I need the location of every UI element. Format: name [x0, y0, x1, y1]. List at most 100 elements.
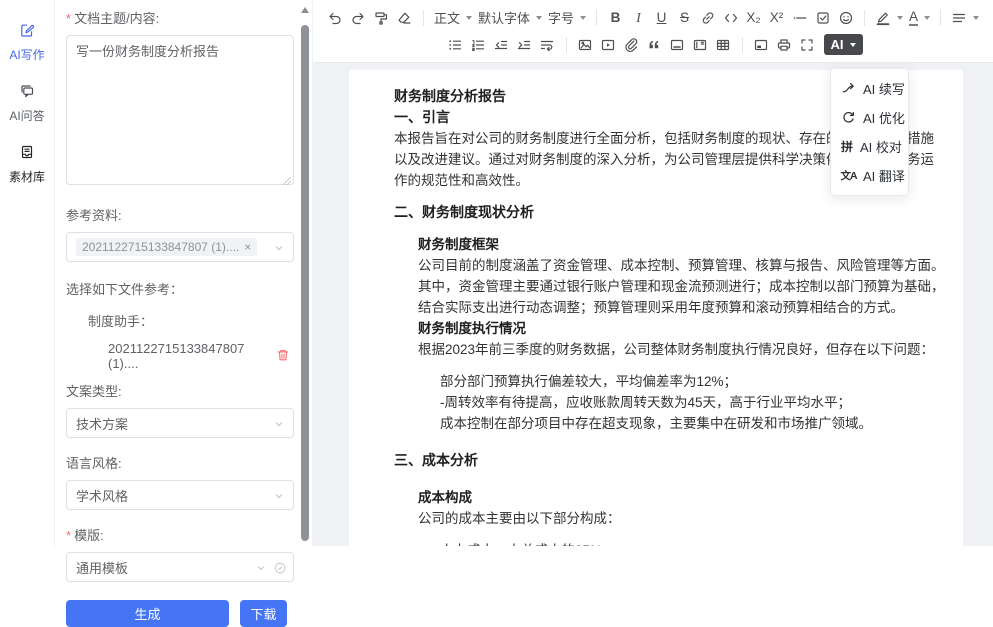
paragraph: -周转效率有待提高，应收账款周转天数为45天，高于行业平均水平；: [440, 392, 945, 413]
menu-item-ai-continue-writing[interactable]: AI 续写: [831, 74, 908, 103]
superscript-button[interactable]: X²: [765, 6, 788, 30]
emoji-icon: [838, 10, 854, 26]
align-icon: [951, 10, 967, 26]
undo-button[interactable]: [324, 6, 347, 30]
inline-code-button[interactable]: [719, 6, 742, 30]
todo-list-button[interactable]: [811, 6, 834, 30]
ordered-list-icon: [470, 37, 486, 53]
font-size-dropdown[interactable]: 字号: [545, 6, 589, 30]
scroll-up-arrow-icon[interactable]: [301, 7, 309, 13]
fullscreen-button[interactable]: [796, 33, 819, 57]
dropdown-label: 默认字体: [478, 8, 530, 27]
line-break-button[interactable]: [536, 33, 559, 57]
link-button[interactable]: [696, 6, 719, 30]
format-painter-button[interactable]: [370, 6, 393, 30]
reference-tag-text: 2021122715133847807 (1)....: [82, 240, 239, 254]
insert-video-button[interactable]: [597, 33, 620, 57]
subscript-button[interactable]: X₂: [742, 6, 765, 30]
resize-handle[interactable]: [283, 177, 291, 185]
redo-button[interactable]: [347, 6, 370, 30]
bullet-list-icon: [447, 37, 463, 53]
indent-decrease-button[interactable]: [490, 33, 513, 57]
subsection-heading: 成本构成: [418, 487, 945, 508]
nav-item-ai-qa[interactable]: AI问答: [0, 83, 54, 124]
toolbar-row-2: AI: [444, 33, 863, 57]
menu-item-label: AI 续写: [863, 79, 905, 98]
page-mode-button[interactable]: [750, 33, 773, 57]
caret-down-icon: [466, 16, 472, 20]
highlight-color-dropdown[interactable]: [872, 6, 906, 30]
wrap-icon: [539, 37, 555, 53]
toolbar-separator: [566, 37, 567, 53]
indent-increase-button[interactable]: [513, 33, 536, 57]
toolbar-separator: [596, 10, 597, 26]
emoji-button[interactable]: [834, 6, 857, 30]
bold-button[interactable]: B: [604, 6, 627, 30]
topic-input[interactable]: 写一份财务制度分析报告: [66, 35, 294, 185]
generate-button[interactable]: 生成: [66, 600, 229, 627]
toolbar-row-1: 正文默认字体字号 BIUS X₂ X² A: [324, 6, 982, 30]
strikethrough-button[interactable]: S: [673, 6, 696, 30]
menu-item-label: AI 优化: [863, 108, 905, 127]
divider-button[interactable]: [666, 33, 689, 57]
doc-type-select[interactable]: 技术方案: [66, 408, 294, 438]
eraser-icon: [396, 10, 412, 26]
table-button[interactable]: [712, 33, 735, 57]
divider-icon: [669, 37, 685, 53]
paragraph: 人力成本：占总成本的35%；: [440, 540, 945, 546]
left-nav-rail: AI写作 AI问答素材库: [0, 0, 55, 546]
style-select[interactable]: 学术风格: [66, 480, 294, 510]
glyph-label: X²: [770, 10, 784, 25]
caret-down-icon: [580, 16, 586, 20]
paragraph: 公司的成本主要由以下部分构成：: [418, 508, 945, 529]
bullet-list-button[interactable]: [444, 33, 467, 57]
fullscreen-icon: [799, 37, 815, 53]
check-circle-icon: [273, 561, 287, 578]
checkbox-icon: [815, 10, 831, 26]
chip-remove-icon[interactable]: ×: [244, 240, 251, 254]
trash-icon[interactable]: [276, 348, 290, 365]
menu-item-ai-translate[interactable]: 文AAI 翻译: [831, 161, 908, 190]
highlight-icon: [875, 10, 891, 26]
paragraph: 公司目前的制度涵盖了资金管理、成本控制、预算管理、核算与报告、风险管理等方面。其…: [418, 255, 945, 318]
code-block-button[interactable]: [689, 33, 712, 57]
glyph-label: S: [680, 10, 689, 25]
toolbar-separator: [940, 10, 941, 26]
nav-item-material-library[interactable]: 素材库: [0, 144, 54, 185]
ordered-list-button[interactable]: [467, 33, 490, 57]
undo-icon: [327, 10, 343, 26]
attachment-button[interactable]: [620, 33, 643, 57]
nav-item-label: 素材库: [9, 168, 45, 185]
underline-button[interactable]: U: [650, 6, 673, 30]
clear-format-button[interactable]: [393, 6, 416, 30]
nav-item-ai-writing[interactable]: AI写作: [0, 22, 54, 63]
redo-icon: [350, 10, 366, 26]
chevron-down-icon: [255, 562, 267, 577]
translate-icon: 文A: [841, 169, 856, 183]
ai-dropdown[interactable]: AI: [824, 34, 863, 55]
toolbar-separator: [423, 10, 424, 26]
insert-image-button[interactable]: [574, 33, 597, 57]
font-color-dropdown[interactable]: A: [906, 6, 933, 30]
horizontal-rule-button[interactable]: [788, 6, 811, 30]
download-button[interactable]: 下载: [240, 600, 287, 627]
template-select[interactable]: 通用模板: [66, 552, 294, 582]
font-family-dropdown[interactable]: 默认字体: [475, 6, 545, 30]
code-icon: [723, 10, 739, 26]
doc-type-label: 文案类型:: [66, 381, 294, 400]
subsection-heading: 财务制度执行情况: [418, 318, 945, 339]
blockquote-button[interactable]: [643, 33, 666, 57]
editor-canvas: 财务制度分析报告一、引言本报告旨在对公司的财务制度进行全面分析，包括财务制度的现…: [313, 63, 993, 546]
attachment-icon: [623, 37, 639, 53]
menu-item-ai-proofread[interactable]: 拼AI 校对: [831, 132, 908, 161]
reference-label: 参考资料:: [66, 205, 294, 224]
paragraph-style-dropdown[interactable]: 正文: [431, 6, 475, 30]
scrollbar-thumb[interactable]: [301, 25, 309, 541]
menu-item-ai-optimize[interactable]: AI 优化: [831, 103, 908, 132]
print-button[interactable]: [773, 33, 796, 57]
italic-button[interactable]: I: [627, 6, 650, 30]
page-icon: [753, 37, 769, 53]
reference-select[interactable]: 2021122715133847807 (1).... ×: [66, 232, 294, 262]
align-dropdown[interactable]: [948, 6, 982, 30]
paragraph: 成本控制在部分项目中存在超支现象，主要集中在研发和市场推广领域。: [440, 413, 945, 434]
